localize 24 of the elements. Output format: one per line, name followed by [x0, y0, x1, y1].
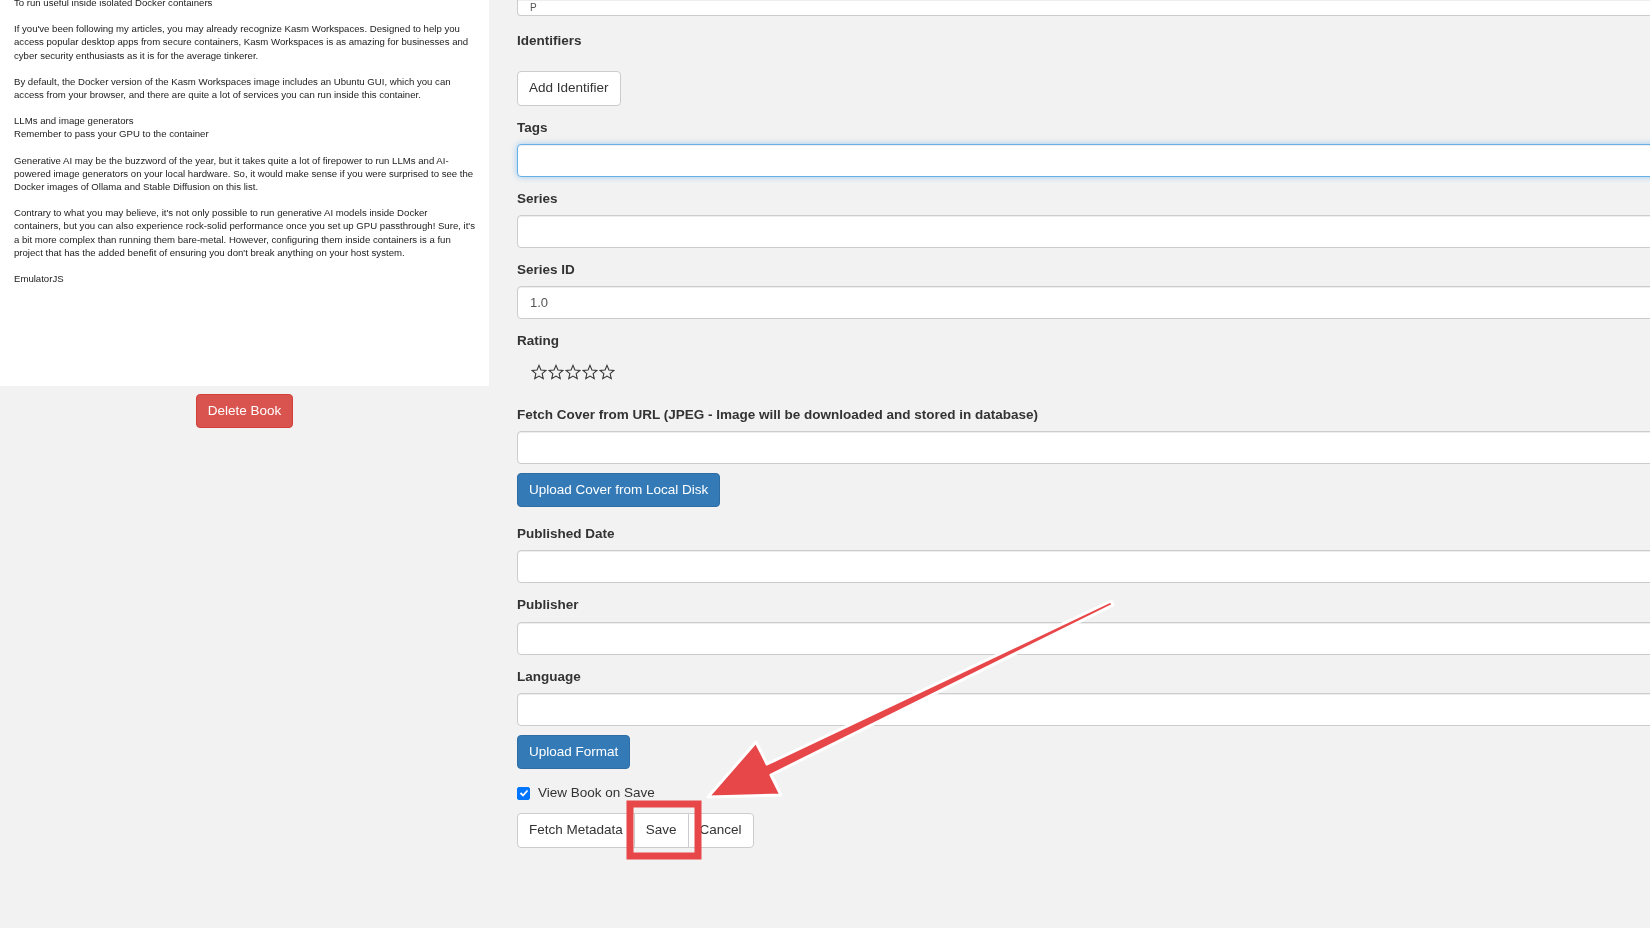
paragraph: EmulatorJS [14, 272, 65, 286]
field-label: Identifiers [517, 32, 582, 50]
text-field[interactable]: 1.0 [517, 286, 1650, 320]
upload-button[interactable]: Upload Cover from Local Disk [517, 472, 721, 507]
paragraph: LLMs and image generators Remember to pass your GPU to the container [14, 114, 210, 141]
field-label: Series ID [517, 261, 575, 279]
paragraph: By default, the Docker version of the Kasm Workspaces image includes an Ubuntu GUI, which you can access from your browser, and there are quite a lot of services you can run inside this container. [14, 74, 452, 102]
checkbox-label: View Book on Save [538, 784, 655, 802]
field-label: Published Date [517, 525, 615, 543]
field-label: Series [517, 189, 558, 208]
text-field[interactable]: P [517, 0, 1650, 16]
paragraph: Generative AI may be the buzzword of the year, but it takes quite a lot of firepower to run LLMs and AI-powered image generators on your local hardware. So, it would make sense if you were surprised to see the Docker images of Ollama and Stable Diffusion on this list. [14, 153, 475, 194]
paragraph: If you've been following my articles, you may already recognize Kasm Workspaces. Designed to help you access popular desktop apps from secure containers, Kasm Workspaces is as amazing for businesses and cyber security enthusiasts as it is for the average tinkerer. [14, 22, 470, 62]
action-button[interactable]: Save [633, 813, 689, 848]
field-label: Publisher [517, 596, 579, 615]
paragraph: To run useful inside isolated Docker containers [14, 0, 214, 10]
field-label: Tags [517, 118, 548, 137]
upload-button[interactable]: Upload Format [517, 734, 631, 769]
field-label: Rating [517, 332, 559, 351]
field-label: Fetch Cover from URL (JPEG - Image will be downloaded and stored in database) [517, 405, 1039, 424]
delete-book-button[interactable]: Delete Book [195, 394, 294, 429]
field-label: Language [517, 667, 581, 686]
paragraph: Contrary to what you may believe, it's not only possible to run generative AI models inside Docker containers, but you can also experience rock-solid performance once you set up GPU passthrough! Sure, it's a bit more complex than running them bare-metal. However, configuring them inside containers is a fun project that has the added benefit of ensuring you don't break anything on your host system. [14, 206, 475, 260]
add-identifier-button[interactable]: Add Identifier [517, 71, 621, 106]
